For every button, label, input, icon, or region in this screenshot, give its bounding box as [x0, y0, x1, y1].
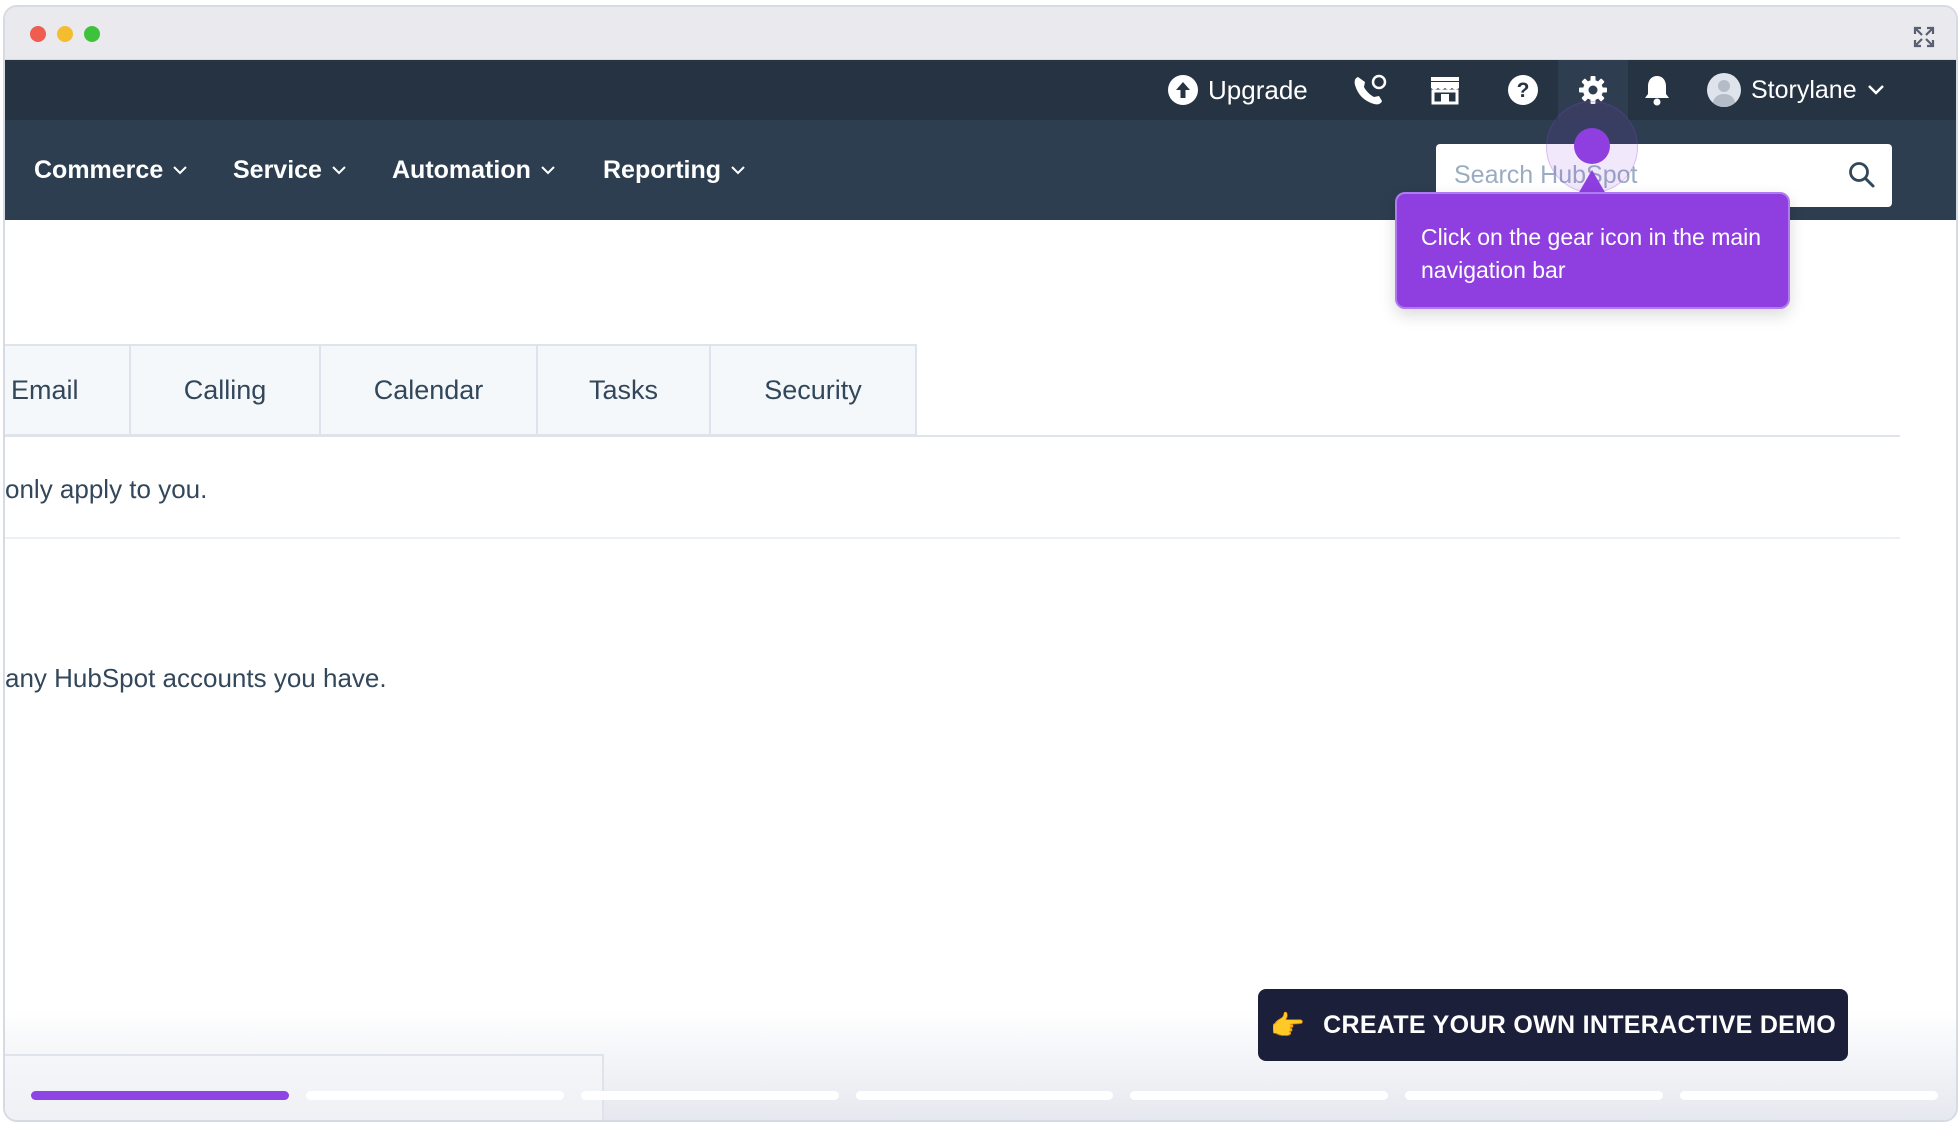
- nav-automation-label: Automation: [392, 155, 531, 184]
- bottom-panel: [5, 1054, 604, 1120]
- nav-commerce-label: Commerce: [34, 155, 164, 184]
- top-utility-bar: Upgrade ? Storylane: [5, 60, 1956, 120]
- section-divider: [5, 537, 1900, 539]
- user-name: Storylane: [1751, 75, 1857, 104]
- preferences-description: only apply to you.: [5, 474, 208, 504]
- demo-progress-bar: [31, 1091, 1939, 1100]
- upgrade-button[interactable]: Upgrade: [1168, 60, 1308, 120]
- settings-tabs: Email Calling Calendar Tasks Security: [5, 344, 917, 436]
- calling-icon[interactable]: [1352, 60, 1388, 120]
- create-demo-label: CREATE YOUR OWN INTERACTIVE DEMO: [1323, 1010, 1837, 1039]
- progress-step[interactable]: [305, 1091, 564, 1100]
- chevron-down-icon: [731, 165, 745, 174]
- maximize-window-button[interactable]: [84, 26, 100, 42]
- nav-reporting[interactable]: Reporting: [603, 120, 745, 220]
- nav-commerce[interactable]: Commerce: [34, 120, 187, 220]
- progress-step[interactable]: [580, 1091, 839, 1100]
- guide-tooltip: Click on the gear icon in the main navig…: [1395, 192, 1790, 309]
- pointing-hand-icon: 👉: [1269, 1009, 1306, 1041]
- progress-step[interactable]: [855, 1091, 1114, 1100]
- hotspot-marker[interactable]: [1574, 128, 1610, 164]
- tab-email[interactable]: Email: [5, 344, 131, 436]
- window-chrome: [5, 7, 1956, 60]
- progress-step[interactable]: [1130, 1091, 1389, 1100]
- marketplace-icon[interactable]: [1429, 60, 1461, 120]
- help-icon[interactable]: ?: [1507, 60, 1539, 120]
- chevron-down-icon: [1867, 85, 1884, 95]
- tab-security-label: Security: [764, 374, 862, 405]
- user-menu[interactable]: Storylane: [1707, 60, 1885, 120]
- tab-calling-label: Calling: [183, 374, 267, 405]
- fullscreen-icon[interactable]: [1912, 25, 1936, 49]
- progress-step[interactable]: [31, 1091, 289, 1100]
- create-demo-button[interactable]: 👉 CREATE YOUR OWN INTERACTIVE DEMO: [1258, 989, 1848, 1061]
- tooltip-arrow: [1578, 170, 1606, 194]
- upgrade-arrow-icon: [1168, 75, 1198, 105]
- notifications-bell-icon[interactable]: [1643, 60, 1671, 120]
- minimize-window-button[interactable]: [57, 26, 73, 42]
- nav-automation[interactable]: Automation: [392, 120, 555, 220]
- avatar: [1707, 73, 1741, 107]
- search-input[interactable]: [1454, 161, 1834, 190]
- tabs-divider: [5, 435, 1900, 437]
- chevron-down-icon: [332, 165, 346, 174]
- browser-frame: Upgrade ? Storylane Commerce Service Aut…: [3, 5, 1958, 1122]
- tab-calendar-label: Calendar: [373, 374, 484, 405]
- nav-reporting-label: Reporting: [603, 155, 722, 184]
- tab-tasks-label: Tasks: [588, 374, 659, 405]
- chevron-down-icon: [541, 165, 555, 174]
- tab-calling[interactable]: Calling: [131, 344, 321, 436]
- accounts-description: any HubSpot accounts you have.: [5, 663, 387, 693]
- tab-security[interactable]: Security: [711, 344, 917, 436]
- close-window-button[interactable]: [30, 26, 46, 42]
- tab-tasks[interactable]: Tasks: [538, 344, 711, 436]
- tab-calendar[interactable]: Calendar: [321, 344, 538, 436]
- chevron-down-icon: [173, 165, 187, 174]
- nav-service[interactable]: Service: [233, 120, 346, 220]
- tooltip-text: Click on the gear icon in the main navig…: [1421, 224, 1762, 283]
- nav-service-label: Service: [233, 155, 322, 184]
- progress-step[interactable]: [1680, 1091, 1939, 1100]
- search-icon[interactable]: [1848, 161, 1876, 189]
- progress-step[interactable]: [1405, 1091, 1664, 1100]
- upgrade-label: Upgrade: [1208, 74, 1308, 105]
- svg-text:?: ?: [1517, 79, 1530, 102]
- tab-email-label: Email: [11, 374, 79, 405]
